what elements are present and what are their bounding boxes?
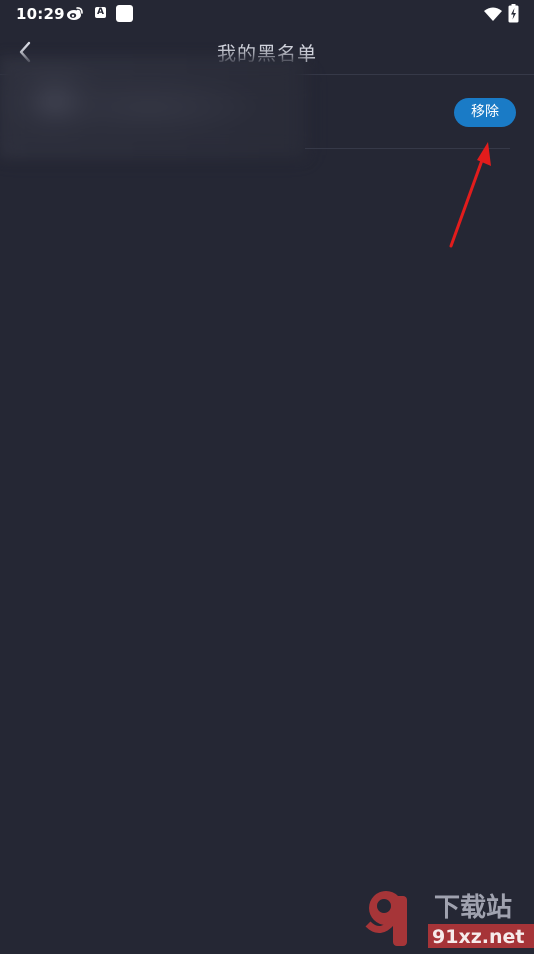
remove-button[interactable]: 移除 <box>454 98 516 127</box>
watermark-logo: 下载站 91xz.net <box>360 886 534 950</box>
watermark-text-cn: 下载站 <box>434 893 512 923</box>
battery-charging-icon <box>508 4 519 27</box>
square-icon <box>116 5 133 22</box>
status-bar: 10:29 A <box>0 0 534 28</box>
status-time: 10:29 <box>16 5 65 23</box>
weibo-icon <box>66 6 84 25</box>
watermark-text-en: 91xz.net <box>432 926 524 948</box>
a-icon: A <box>95 7 106 18</box>
wifi-icon <box>484 6 502 25</box>
blur-overlay <box>0 75 305 155</box>
annotation-arrow-icon <box>449 142 491 248</box>
